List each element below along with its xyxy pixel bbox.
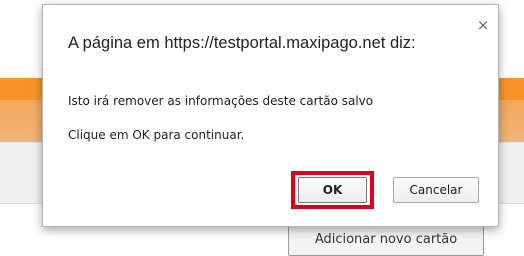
add-new-card-button[interactable]: Adicionar novo cartão — [288, 226, 484, 256]
close-icon[interactable]: × — [476, 18, 490, 33]
cancel-button[interactable]: Cancelar — [393, 177, 479, 203]
dialog-message-line-1: Isto irá remover as informações deste ca… — [68, 94, 374, 108]
dialog-message-line-2: Clique em OK para continuar. — [68, 128, 245, 142]
confirm-dialog: A página em https://testportal.maxipago.… — [42, 4, 499, 227]
ok-button[interactable]: OK — [298, 177, 367, 203]
dialog-title: A página em https://testportal.maxipago.… — [68, 34, 416, 52]
